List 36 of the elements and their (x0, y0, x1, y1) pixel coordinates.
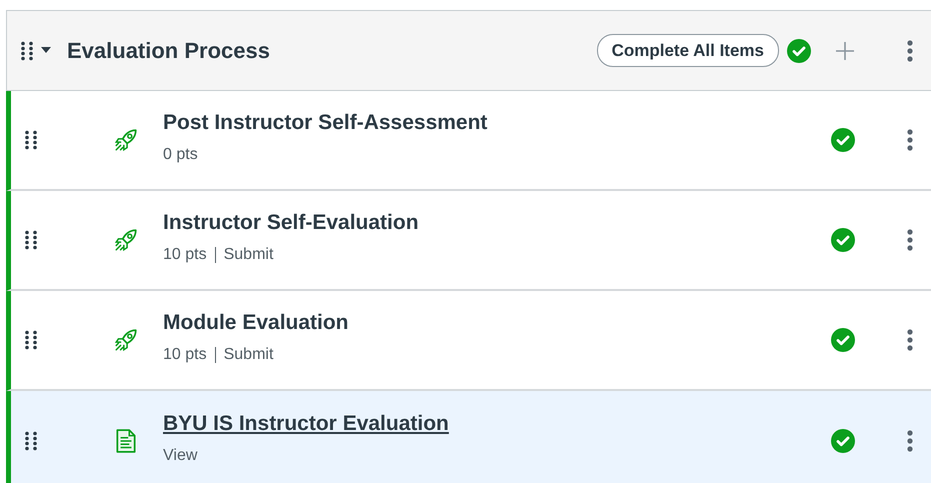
published-check-icon[interactable] (831, 128, 855, 152)
module-item-row[interactable]: Post Instructor Self-Assessment 0 pts (6, 91, 931, 191)
published-check-icon[interactable] (787, 38, 811, 62)
module-item-row[interactable]: Module Evaluation 10 pts Submit (6, 291, 931, 391)
more-options-icon[interactable] (907, 129, 913, 151)
published-check-icon[interactable] (831, 429, 855, 453)
more-options-icon[interactable] (907, 40, 913, 62)
more-options-icon[interactable] (907, 229, 913, 251)
drag-handle-icon[interactable] (21, 40, 33, 60)
item-action-text: View (163, 446, 198, 466)
published-check-icon[interactable] (831, 228, 855, 252)
rocket-icon (113, 327, 139, 353)
points-text: 10 pts (163, 244, 207, 265)
more-options-icon[interactable] (907, 430, 913, 452)
rocket-icon (113, 227, 139, 253)
item-action-text: Submit (224, 344, 274, 365)
more-options-icon[interactable] (907, 329, 913, 351)
item-title-link[interactable]: Instructor Self-Evaluation (163, 207, 419, 239)
item-title-link[interactable]: Module Evaluation (163, 307, 349, 339)
published-check-icon[interactable] (831, 328, 855, 352)
complete-all-items-button[interactable]: Complete All Items (596, 34, 779, 68)
module-item-row[interactable]: Instructor Self-Evaluation 10 pts Submit (6, 191, 931, 291)
module-item-row[interactable]: BYU IS Instructor Evaluation View (6, 391, 931, 483)
add-icon[interactable] (835, 40, 855, 60)
points-text: 10 pts (163, 344, 207, 365)
item-title-link[interactable]: Post Instructor Self-Assessment (163, 107, 488, 139)
caret-icon[interactable] (41, 46, 51, 56)
drag-handle-icon[interactable] (25, 330, 37, 350)
item-action-text: Submit (224, 244, 274, 265)
drag-handle-icon[interactable] (25, 431, 37, 451)
module-title: Evaluation Process (67, 37, 270, 65)
points-text: 0 pts (163, 144, 198, 165)
rocket-icon (113, 127, 139, 153)
drag-handle-icon[interactable] (25, 130, 37, 150)
item-title-link[interactable]: BYU IS Instructor Evaluation (163, 408, 449, 440)
drag-handle-icon[interactable] (25, 230, 37, 250)
